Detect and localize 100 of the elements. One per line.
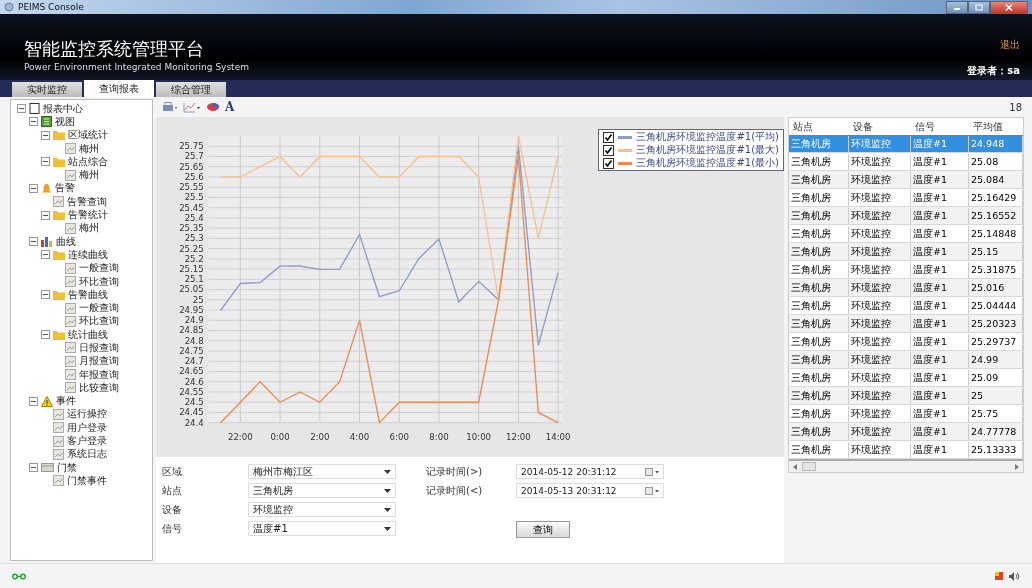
collapse-icon[interactable]: [29, 117, 38, 127]
collapse-icon[interactable]: [29, 183, 38, 193]
collapse-icon[interactable]: [17, 104, 26, 114]
tab[interactable]: 综合管理: [156, 82, 226, 97]
maximize-button[interactable]: [968, 0, 990, 14]
table-row[interactable]: 三角机房 环境监控 温度#1 25.16552: [789, 207, 1023, 225]
document-icon: [53, 475, 64, 487]
tree-item[interactable]: 系统日志: [67, 447, 107, 462]
date-field[interactable]: 2014-05-13 20:31:12: [516, 483, 664, 498]
checkbox[interactable]: [603, 144, 615, 156]
folder-icon: [53, 210, 65, 220]
tree-item[interactable]: 事件: [56, 394, 76, 409]
collapse-icon[interactable]: [41, 330, 50, 340]
y-tick-label: 25.2: [184, 253, 204, 264]
tree-item[interactable]: 比较查询: [79, 380, 119, 395]
checkbox[interactable]: [603, 157, 615, 169]
close-icon: [1005, 3, 1013, 11]
calendar-icon[interactable]: [645, 486, 659, 495]
checkbox[interactable]: [603, 131, 615, 143]
tree-item[interactable]: 一般查询: [79, 301, 119, 316]
tree-item[interactable]: 环比查询: [79, 314, 119, 329]
y-tick-label: 24.4: [184, 417, 204, 428]
left-arrow-icon[interactable]: [793, 463, 798, 470]
collapse-icon[interactable]: [41, 250, 50, 260]
print-icon[interactable]: [162, 101, 178, 113]
dropdown[interactable]: 环境监控: [248, 502, 396, 517]
dropdown[interactable]: 温度#1: [248, 521, 396, 536]
horizontal-scrollbar[interactable]: [789, 461, 1023, 472]
tree-item[interactable]: 门禁事件: [67, 473, 107, 488]
tree-item[interactable]: 梅州: [79, 141, 99, 156]
table-row[interactable]: 三角机房 环境监控 温度#1 24.77778: [789, 423, 1023, 441]
folder-icon: [53, 289, 65, 300]
table-row[interactable]: 三角机房 环境监控 温度#1 25: [789, 387, 1023, 405]
column-header[interactable]: 站点: [789, 118, 849, 135]
document-icon: [53, 422, 64, 434]
right-arrow-icon[interactable]: [1014, 463, 1019, 470]
page-icon: [29, 103, 40, 115]
logout-link[interactable]: 退出: [1000, 38, 1020, 52]
tree-item[interactable]: 区域统计: [68, 128, 108, 143]
flag-icon[interactable]: [994, 570, 1004, 582]
table-row[interactable]: 三角机房 环境监控 温度#1 24.99: [789, 351, 1023, 369]
tree-item[interactable]: 环比查询: [79, 274, 119, 289]
date-field[interactable]: 2014-05-12 20:31:12: [516, 464, 664, 479]
column-header[interactable]: 平均值: [969, 118, 1023, 135]
tab[interactable]: 查询报表: [84, 80, 154, 97]
tree-item[interactable]: 告警: [55, 181, 75, 196]
dropdown[interactable]: 三角机房: [248, 483, 396, 498]
table-row[interactable]: 三角机房 环境监控 温度#1 25.20323: [789, 315, 1023, 333]
tree-item[interactable]: 报表中心: [43, 101, 83, 116]
close-button[interactable]: [990, 0, 1028, 14]
tree-item[interactable]: 一般查询: [79, 261, 119, 276]
collapse-icon[interactable]: [41, 210, 50, 220]
minimize-button[interactable]: [946, 0, 968, 14]
tree-item[interactable]: 统计曲线: [68, 327, 108, 342]
tree-item[interactable]: 运行操控: [67, 407, 107, 422]
x-tick-label: 10:00: [466, 431, 492, 442]
collapse-icon[interactable]: [41, 157, 50, 167]
tree-item[interactable]: 梅州: [79, 221, 99, 236]
table-row[interactable]: 三角机房 环境监控 温度#1 25.15: [789, 243, 1023, 261]
collapse-icon[interactable]: [41, 130, 50, 140]
table-row[interactable]: 三角机房 环境监控 温度#1 25.084: [789, 171, 1023, 189]
y-tick-label: 24.8: [184, 335, 204, 346]
tree-item[interactable]: 梅州: [79, 168, 99, 183]
scroll-thumb[interactable]: [802, 462, 816, 471]
tab[interactable]: 实时监控: [12, 82, 82, 97]
tree-item[interactable]: 日报查询: [79, 341, 119, 355]
query-button[interactable]: 查询: [516, 521, 570, 538]
folder-icon: [53, 130, 65, 141]
document-icon: [65, 143, 76, 155]
tree-item[interactable]: 年报查询: [79, 367, 119, 382]
line-chart-icon[interactable]: [183, 101, 201, 113]
tree-item[interactable]: 月报查询: [79, 354, 119, 369]
collapse-icon[interactable]: [29, 237, 38, 247]
dropdown[interactable]: 梅州市梅江区: [248, 464, 396, 479]
speaker-icon[interactable]: [1008, 570, 1020, 582]
tree-item[interactable]: 客户登录: [67, 434, 107, 449]
table-row[interactable]: 三角机房 环境监控 温度#1 25.016: [789, 279, 1023, 297]
pie-chart-icon[interactable]: [206, 102, 220, 112]
collapse-icon[interactable]: [29, 463, 38, 473]
collapse-icon[interactable]: [29, 396, 38, 406]
column-header[interactable]: 设备: [849, 118, 911, 135]
tree-item[interactable]: 站点综合: [68, 154, 108, 169]
tree-item[interactable]: 告警查询: [67, 194, 107, 209]
document-icon: [53, 448, 64, 460]
tree-item[interactable]: 曲线: [56, 234, 76, 249]
tree-item[interactable]: 门禁: [57, 460, 77, 475]
font-button[interactable]: A: [225, 100, 235, 114]
tree-item[interactable]: 连续曲线: [68, 247, 108, 262]
tree-item[interactable]: 告警曲线: [68, 287, 108, 302]
app-subtitle: Power Environment Integrated Monitoring System: [24, 62, 249, 72]
tree-item[interactable]: 用户登录: [67, 420, 107, 435]
x-tick-label: 2:00: [310, 431, 330, 442]
column-header[interactable]: 信号: [911, 118, 969, 135]
tree-item[interactable]: 告警统计: [68, 208, 108, 223]
collapse-icon[interactable]: [41, 290, 50, 300]
y-tick-label: 25.15: [179, 264, 204, 274]
calendar-icon[interactable]: [645, 467, 659, 476]
y-tick-label: 25.05: [179, 284, 204, 295]
y-tick-label: 24.85: [179, 325, 204, 336]
tree-item[interactable]: 视图: [55, 114, 75, 129]
